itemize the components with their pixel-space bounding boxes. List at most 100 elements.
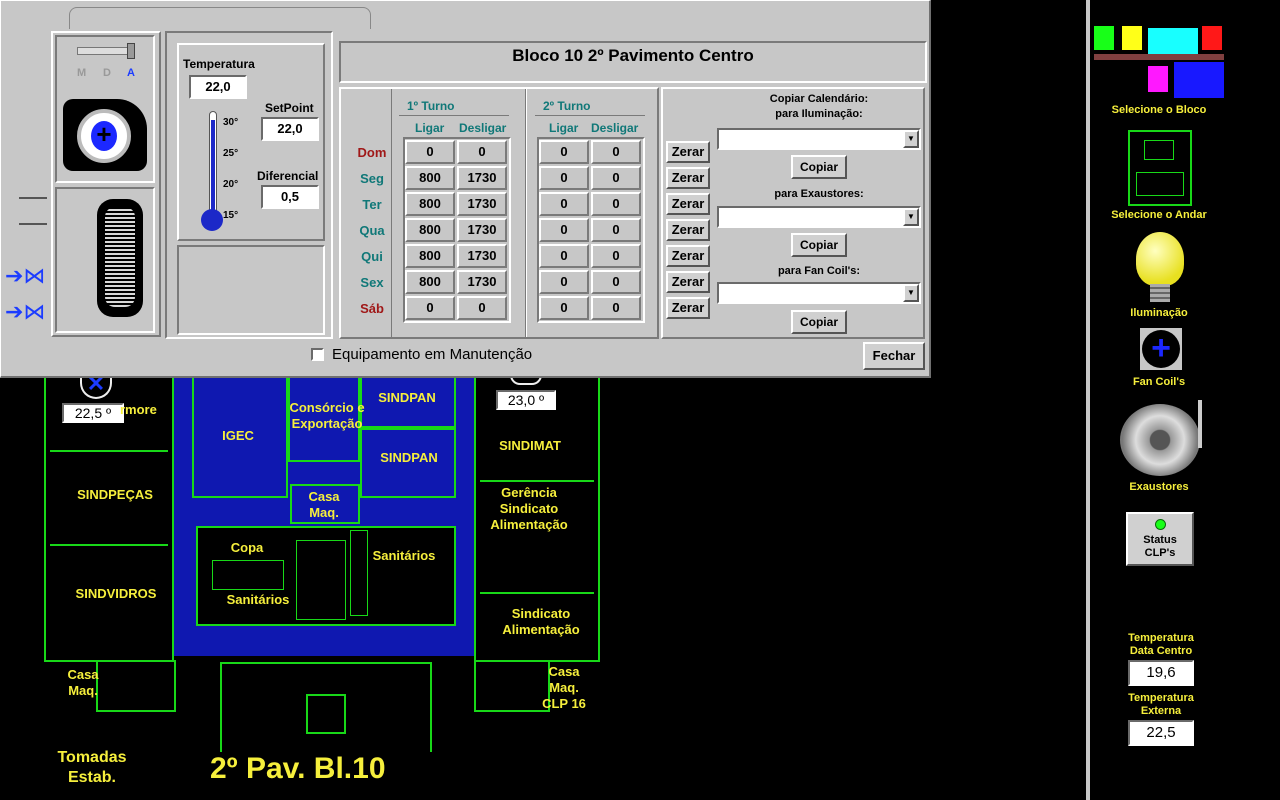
turno2-desligar-cell[interactable]: 0 [591,192,641,216]
separator [399,115,509,116]
block-icon[interactable] [1122,26,1142,50]
room-label[interactable]: Sanitários [366,548,442,564]
zerar-button[interactable]: Zerar [666,193,710,215]
room-label[interactable]: SINDIMAT [490,438,570,454]
mode-a[interactable]: A [127,67,135,79]
diferencial-input[interactable]: 0,5 [261,185,319,209]
fan-blade-icon: + [91,121,117,151]
mode-m[interactable]: M [77,67,86,79]
maintenance-label[interactable]: Equipamento em Manutenção [332,346,532,363]
room-label[interactable]: Casa Maq. [60,667,106,699]
room-label[interactable]: Casa Maq. CLP 16 [536,664,592,712]
block-icon[interactable] [1148,66,1168,92]
turno2-desligar-cell[interactable]: 0 [591,270,641,294]
block-icon[interactable] [1202,26,1222,50]
room-label[interactable]: SINDVIDROS [66,586,166,602]
turno1-desligar-cell[interactable]: 1730 [457,166,507,190]
turno1-desligar-cell[interactable]: 0 [457,296,507,320]
floor-select-icon[interactable] [1128,130,1192,206]
iluminacao-label[interactable]: Iluminação [1084,307,1234,320]
chevron-down-icon[interactable]: ▼ [903,208,919,226]
room-label[interactable]: Casa Maq. [296,489,352,521]
chevron-down-icon[interactable]: ▼ [903,130,919,148]
room-label[interactable]: IGEC [208,428,268,444]
room-label[interactable]: SINDPAN [370,390,444,406]
mode-slider-handle[interactable] [127,43,135,59]
turno1-desligar-cell[interactable]: 1730 [457,218,507,242]
mode-slider[interactable] [77,47,129,55]
iluminacao-select[interactable]: ▼ [717,128,921,150]
valve-icon[interactable]: ➔⋈ [5,263,45,289]
turno2-ligar-cell[interactable]: 0 [539,270,589,294]
fancoils-label[interactable]: Fan Coil's [1084,376,1234,389]
block-map-icon[interactable] [1094,22,1226,102]
zerar-button[interactable]: Zerar [666,297,710,319]
valve-icon[interactable]: ➔⋈ [5,299,45,325]
turno1-desligar-cell[interactable]: 1730 [457,270,507,294]
maintenance-checkbox[interactable] [311,348,324,361]
exaustores-label[interactable]: Exaustores [1084,481,1234,494]
turno2-ligar-cell[interactable]: 0 [539,140,589,164]
room-label[interactable]: Sindicato Alimentação [496,606,586,638]
separator [525,89,527,337]
selecione-andar-label[interactable]: Selecione o Andar [1084,209,1234,222]
room-label[interactable]: Consórcio e Exportação [282,400,372,432]
turno2-desligar-cell[interactable]: 0 [591,296,641,320]
fan-coil-nav-icon[interactable]: + [1140,328,1182,370]
room-label[interactable]: SINDPAN [372,450,446,466]
turno2-ligar-cell[interactable]: 0 [539,244,589,268]
zerar-button[interactable]: Zerar [666,245,710,267]
turno1-ligar-cell[interactable]: 800 [405,218,455,242]
zerar-button[interactable]: Zerar [666,167,710,189]
block-icon[interactable] [1148,28,1198,56]
temp-externa-label: Temperatura Externa [1086,692,1236,718]
exhaust-outlet-icon [1198,400,1202,448]
exaustores-select[interactable]: ▼ [717,206,921,228]
turno1-ligar-cell[interactable]: 800 [405,244,455,268]
turno2-desligar-cell[interactable]: 0 [591,140,641,164]
turno1-ligar-cell[interactable]: 800 [405,192,455,216]
selecione-bloco-label[interactable]: Selecione o Bloco [1084,104,1234,117]
temperature-value: 22,0 [189,75,247,99]
setpoint-input[interactable]: 22,0 [261,117,319,141]
wall-line [96,660,176,712]
fan-coil-housing: + [63,99,147,171]
zerar-button[interactable]: Zerar [666,141,710,163]
status-clp-button[interactable]: Status CLP's [1126,512,1194,566]
copiar-iluminacao-button[interactable]: Copiar [791,155,847,179]
room-label[interactable]: Gerência Sindicato Alimentação [484,485,574,533]
turno1-ligar-cell[interactable]: 800 [405,166,455,190]
turno1-ligar-cell[interactable]: 0 [405,140,455,164]
lightbulb-icon[interactable] [1136,232,1184,286]
copiar-fancoils-button[interactable]: Copiar [791,310,847,334]
chevron-down-icon[interactable]: ▼ [903,284,919,302]
block-icon[interactable] [1174,62,1224,98]
turno2-desligar-cell[interactable]: 0 [591,166,641,190]
thermometer-icon [209,111,217,215]
room-label[interactable]: SINDPEÇAS [70,487,160,503]
label-line: Temperatura [1128,692,1194,704]
turno2-desligar-cell[interactable]: 0 [591,218,641,242]
zerar-button[interactable]: Zerar [666,271,710,293]
turno2-desligar-cell[interactable]: 0 [591,244,641,268]
turno1-desligar-cell[interactable]: 1730 [457,192,507,216]
copiar-exaustores-button[interactable]: Copiar [791,233,847,257]
turno1-desligar-cell[interactable]: 0 [457,140,507,164]
turno1-desligar-cell[interactable]: 1730 [457,244,507,268]
turno1-ligar-cell[interactable]: 800 [405,270,455,294]
turno2-ligar-cell[interactable]: 0 [539,166,589,190]
room-label[interactable]: Sanitários [220,592,296,608]
turno2-ligar-cell[interactable]: 0 [539,192,589,216]
tomadas-label[interactable]: Tomadas Estab. [40,748,144,788]
block-icon[interactable] [1094,26,1114,50]
turno2-ligar-cell[interactable]: 0 [539,218,589,242]
fechar-button[interactable]: Fechar [863,342,925,370]
dialog-title: Bloco 10 2º Pavimento Centro [339,41,927,83]
turno1-ligar-cell[interactable]: 0 [405,296,455,320]
turno2-ligar-cell[interactable]: 0 [539,296,589,320]
fancoils-select[interactable]: ▼ [717,282,921,304]
room-label[interactable]: Copa [224,540,270,556]
mode-d[interactable]: D [103,67,111,79]
zerar-button[interactable]: Zerar [666,219,710,241]
exhaust-fan-icon[interactable] [1120,404,1200,476]
